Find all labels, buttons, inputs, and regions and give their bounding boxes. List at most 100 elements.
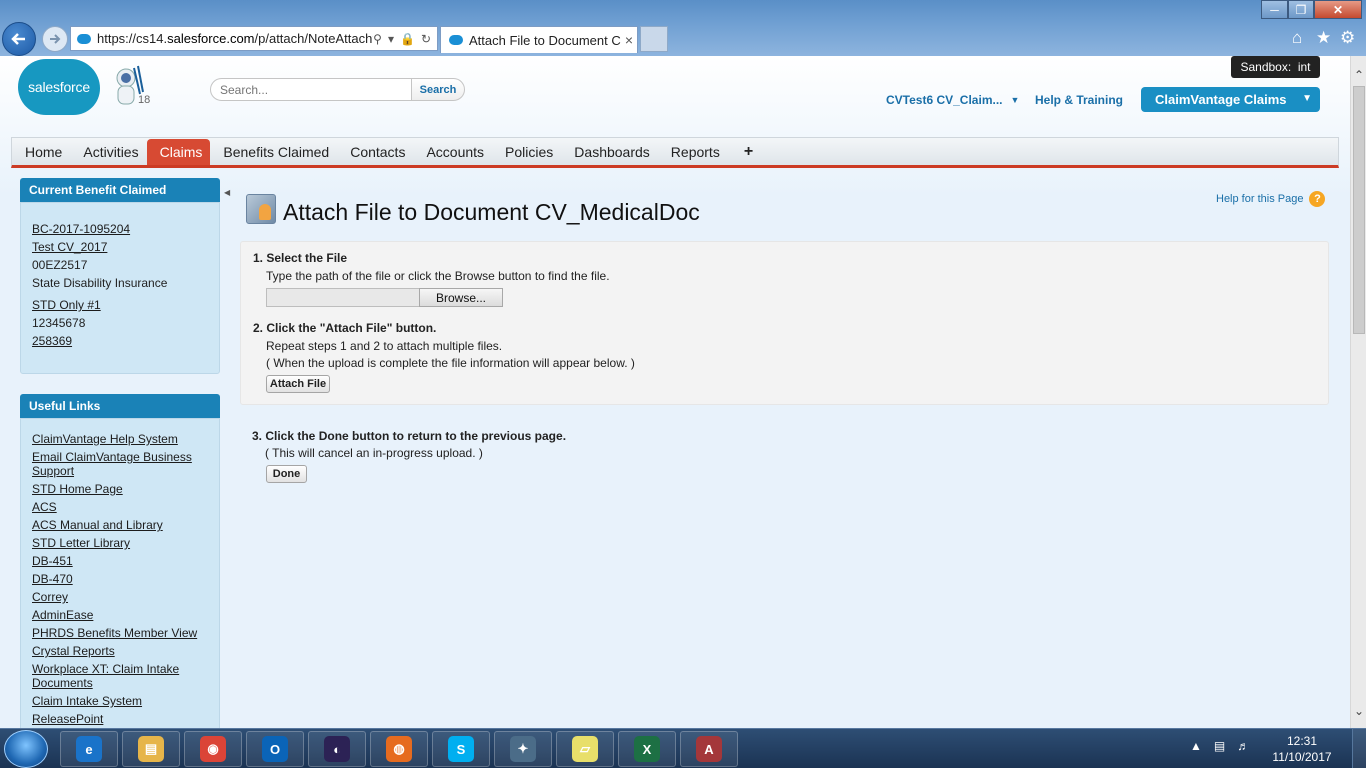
step2-note: ( When the upload is complete the file i… (266, 356, 635, 370)
help-training-link[interactable]: Help & Training (1035, 93, 1123, 107)
search-input[interactable] (210, 78, 412, 101)
lock-icon[interactable]: 🔒 (400, 32, 415, 46)
vertical-scrollbar[interactable]: ⌃ ⌄ (1350, 56, 1366, 728)
useful-link[interactable]: DB-470 (32, 572, 219, 586)
tab-bar: Home Activities Claims Benefits Claimed Cont… (11, 137, 1339, 168)
favorites-star-icon[interactable]: ★ (1316, 28, 1331, 48)
browse-button[interactable]: Browse... (419, 288, 503, 307)
mascot-count: 18 (138, 94, 151, 106)
system-tray: ▲ ▤ ♬ (1190, 739, 1249, 753)
tab-benefits-claimed[interactable]: Benefits Claimed (210, 138, 337, 165)
help-question-icon: ? (1309, 191, 1326, 207)
new-tab-button[interactable] (640, 26, 668, 52)
help-for-page-link[interactable]: Help for this Page ? (1216, 191, 1326, 207)
search-icon[interactable]: ⚲ (373, 32, 382, 46)
useful-link[interactable]: Workplace XT: Claim Intake Documents (32, 662, 219, 690)
network-icon[interactable]: ▤ (1214, 739, 1225, 753)
salesforce-favicon-icon (449, 35, 463, 45)
user-menu[interactable]: CVTest6 CV_Claim... ▼ (886, 93, 1019, 107)
taskbar-access-button[interactable]: A (680, 731, 738, 767)
minimize-button[interactable]: ─ (1261, 0, 1288, 19)
home-icon[interactable]: ⌂ (1292, 28, 1302, 48)
dropdown-icon[interactable]: ▾ (388, 32, 394, 46)
taskbar-app-button[interactable]: ✦ (494, 731, 552, 767)
taskbar-ie-button[interactable]: e (60, 731, 118, 767)
attachment-page-icon (246, 194, 276, 224)
url-text: https://cs14.salesforce.com/p/attach/Not… (97, 31, 374, 46)
address-bar[interactable]: https://cs14.salesforce.com/p/attach/Not… (70, 26, 438, 51)
tab-contacts[interactable]: Contacts (337, 138, 413, 165)
close-window-button[interactable]: ✕ (1314, 0, 1362, 19)
taskbar-skype-button[interactable]: S (432, 731, 490, 767)
taskbar-explorer-button[interactable]: ▤ (122, 731, 180, 767)
forward-button[interactable] (42, 26, 68, 52)
browser-tab-active[interactable]: Attach File to Document C... × (440, 26, 638, 53)
useful-link[interactable]: Claim Intake System (32, 694, 219, 708)
taskbar-outlook-button[interactable]: O (246, 731, 304, 767)
tab-home[interactable]: Home (12, 138, 70, 165)
tab-activities[interactable]: Activities (70, 138, 146, 165)
taskbar-excel-button[interactable]: X (618, 731, 676, 767)
useful-link[interactable]: STD Letter Library (32, 536, 219, 550)
back-button[interactable] (2, 22, 36, 56)
current-benefit-link[interactable]: STD Only #1 (32, 296, 219, 314)
useful-link[interactable]: ACS Manual and Library (32, 518, 219, 532)
current-benefit-link[interactable]: BC-2017-1095204 (32, 220, 219, 238)
useful-link[interactable]: STD Home Page (32, 482, 219, 496)
useful-link[interactable]: ACS (32, 500, 219, 514)
app-switcher-button[interactable]: ClaimVantage Claims ▼ (1141, 87, 1320, 112)
step1-title: 1. Select the File (253, 251, 348, 265)
salesforce-logo[interactable]: salesforce (18, 59, 100, 115)
clock-date: 11/10/2017 (1272, 750, 1332, 764)
page-title: Attach File to Document CV_MedicalDoc (283, 199, 700, 225)
clock[interactable]: 12:31 11/10/2017 (1270, 733, 1334, 765)
skype-icon: S (448, 736, 474, 762)
scroll-down-icon[interactable]: ⌄ (1354, 704, 1364, 718)
show-desktop-button[interactable] (1352, 729, 1366, 768)
browser-toolbar: https://cs14.salesforce.com/p/attach/Not… (0, 0, 1366, 56)
taskbar-chrome-button[interactable]: ◉ (184, 731, 242, 767)
tray-expand-icon[interactable]: ▲ (1190, 739, 1202, 753)
done-button[interactable]: Done (266, 465, 307, 483)
taskbar-eclipse-button[interactable]: ◐ (308, 731, 366, 767)
file-path-input[interactable] (266, 288, 420, 307)
sticky-notes-icon: ▱ (572, 736, 598, 762)
taskbar-sticky-notes-button[interactable]: ▱ (556, 731, 614, 767)
current-benefit-link[interactable]: 258369 (32, 332, 219, 350)
collapse-sidebar-icon[interactable]: ◀ (224, 188, 230, 197)
useful-link[interactable]: DB-451 (32, 554, 219, 568)
useful-link[interactable]: Email ClaimVantage Business Support (32, 450, 219, 478)
add-tab-button[interactable]: + (728, 138, 761, 165)
search-button[interactable]: Search (411, 78, 465, 101)
current-benefit-link[interactable]: Test CV_2017 (32, 238, 219, 256)
tab-policies[interactable]: Policies (492, 138, 561, 165)
useful-link[interactable]: Crystal Reports (32, 644, 219, 658)
step2-instructions: Repeat steps 1 and 2 to attach multiple … (266, 339, 503, 353)
maximize-button[interactable]: ❐ (1288, 0, 1314, 19)
attach-file-button[interactable]: Attach File (266, 375, 330, 393)
useful-link[interactable]: AdminEase (32, 608, 219, 622)
useful-link[interactable]: ClaimVantage Help System (32, 432, 219, 446)
taskbar-firefox-button[interactable]: ◍ (370, 731, 428, 767)
volume-icon[interactable]: ♬ (1237, 739, 1249, 753)
current-benefit-text: 00EZ2517 (32, 258, 88, 272)
scroll-up-icon[interactable]: ⌃ (1354, 68, 1364, 82)
step3-title: 3. Click the Done button to return to th… (252, 429, 567, 443)
tab-reports[interactable]: Reports (658, 138, 728, 165)
tab-dashboards[interactable]: Dashboards (561, 138, 658, 165)
gear-icon[interactable]: ⚙ (1340, 28, 1355, 48)
useful-link[interactable]: PHRDS Benefits Member View (32, 626, 219, 640)
browser-tab-title: Attach File to Document C... (469, 32, 621, 48)
refresh-icon[interactable]: ↻ (421, 32, 431, 46)
close-tab-icon[interactable]: × (621, 32, 637, 48)
tab-accounts[interactable]: Accounts (413, 138, 492, 165)
useful-link[interactable]: ReleasePoint (32, 712, 219, 726)
app-name: ClaimVantage Claims (1155, 92, 1287, 107)
start-button[interactable] (4, 730, 48, 768)
clock-time: 12:31 (1286, 734, 1318, 748)
help-page-label: Help for this Page (1216, 193, 1304, 205)
tab-claims[interactable]: Claims (146, 139, 211, 165)
step1-instructions: Type the path of the file or click the B… (266, 269, 610, 283)
useful-link[interactable]: Correy (32, 590, 219, 604)
scroll-thumb[interactable] (1353, 86, 1365, 334)
